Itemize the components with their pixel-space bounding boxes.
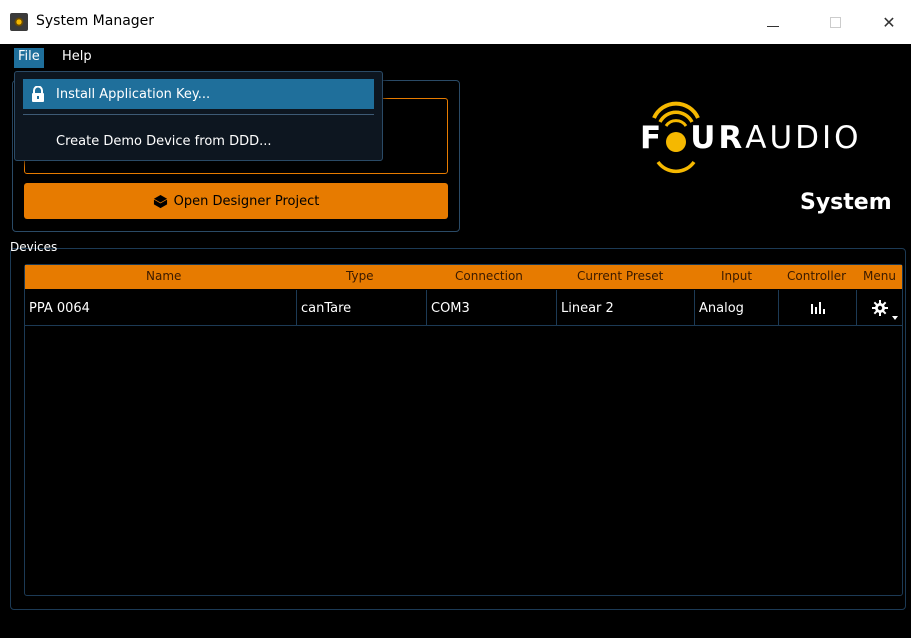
maximize-icon (829, 16, 841, 28)
open-designer-project-button[interactable]: Open Designer Project (24, 183, 448, 219)
maximize-button[interactable] (812, 0, 858, 44)
col-controller[interactable]: Controller (787, 269, 846, 283)
table-row[interactable]: PPA 0064 canTare COM3 Linear 2 Analog (25, 290, 902, 326)
col-type[interactable]: Type (346, 269, 374, 283)
title-bar: System Manager ✕ (0, 0, 911, 44)
app-icon (10, 13, 28, 31)
col-name[interactable]: Name (146, 269, 181, 283)
lock-icon (32, 86, 44, 102)
box-icon (153, 194, 167, 208)
col-menu[interactable]: Menu (863, 269, 896, 283)
cell-menu[interactable] (857, 290, 902, 326)
menu-help[interactable]: Help (58, 48, 96, 68)
cell-input: Analog (695, 290, 779, 326)
menu-bar: File Help (0, 44, 911, 71)
cell-preset: Linear 2 (557, 290, 695, 326)
cell-controller[interactable] (779, 290, 857, 326)
close-button[interactable]: ✕ (866, 0, 911, 44)
controller-bars-icon[interactable] (810, 302, 825, 314)
minimize-button[interactable] (750, 0, 796, 44)
cell-type: canTare (297, 290, 427, 326)
cell-connection: COM3 (427, 290, 557, 326)
menu-separator (23, 114, 374, 115)
file-menu-dropdown: Install Application Key... Create Demo D… (14, 71, 383, 161)
devices-table: Name Type Connection Current Preset Inpu… (24, 264, 903, 596)
open-designer-label: Open Designer Project (173, 193, 320, 209)
product-label: System (800, 190, 892, 215)
menu-item-install-key[interactable]: Install Application Key... (23, 79, 374, 109)
chevron-down-icon (892, 316, 898, 320)
table-header: Name Type Connection Current Preset Inpu… (25, 265, 902, 289)
menu-item-create-demo-device[interactable]: Create Demo Device from DDD... (23, 126, 374, 156)
devices-label: Devices (10, 240, 58, 254)
col-connection[interactable]: Connection (455, 269, 523, 283)
fouraudio-logo: F URAUDIO (640, 92, 911, 182)
col-current-preset[interactable]: Current Preset (577, 269, 663, 283)
menu-item-label: Create Demo Device from DDD... (56, 133, 272, 149)
menu-item-label: Install Application Key... (56, 86, 211, 102)
window-title: System Manager (36, 13, 155, 29)
minimize-icon (767, 25, 779, 27)
menu-file[interactable]: File (14, 48, 44, 68)
cell-name: PPA 0064 (25, 290, 297, 326)
col-input[interactable]: Input (721, 269, 752, 283)
gear-icon[interactable] (871, 300, 888, 316)
logo-wordmark: F URAUDIO (640, 120, 862, 156)
